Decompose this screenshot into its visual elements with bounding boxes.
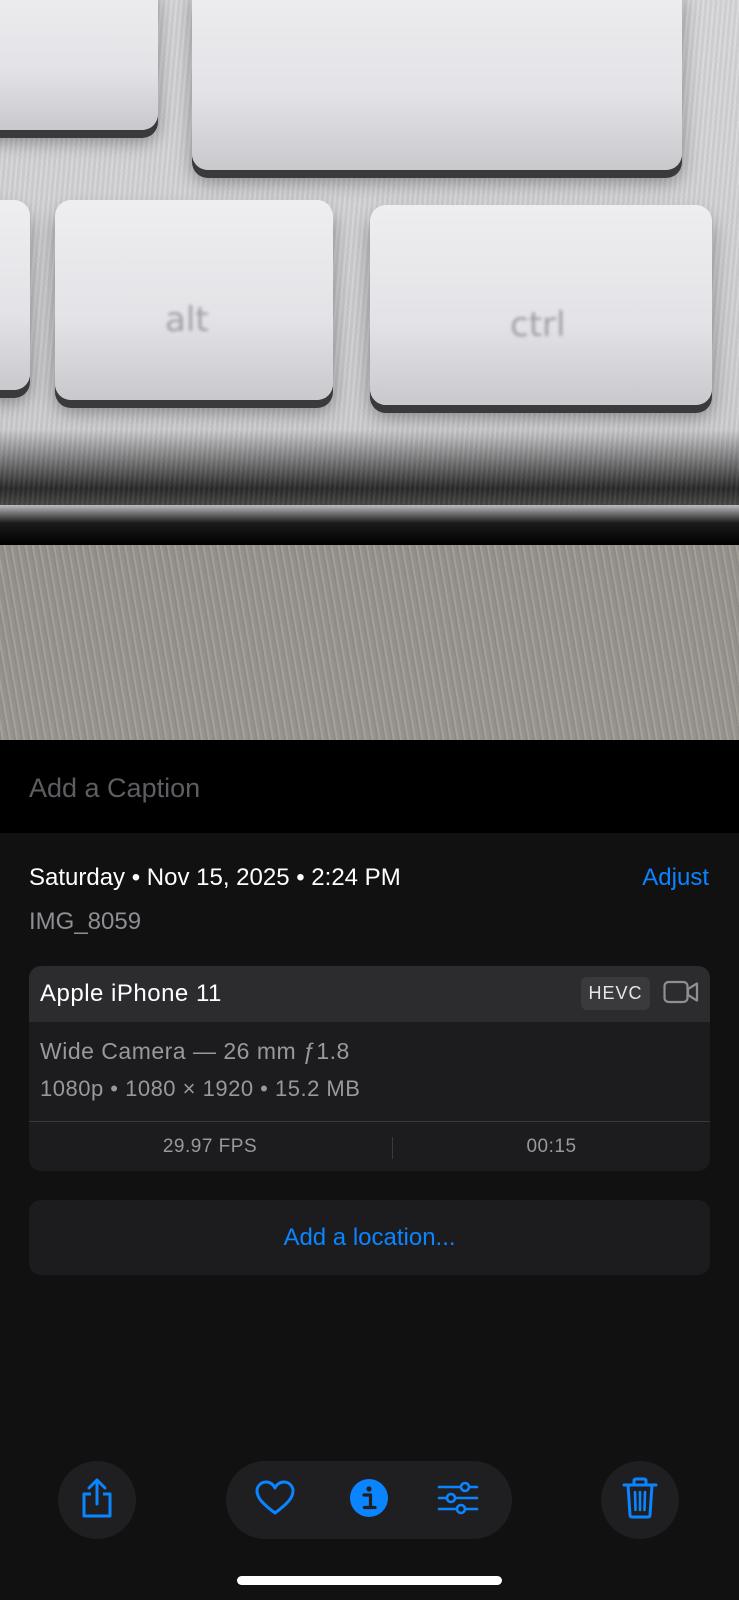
- delete-button[interactable]: [601, 1461, 679, 1539]
- info-button[interactable]: [349, 1478, 389, 1523]
- keyboard-key: [0, 0, 158, 130]
- keyboard-key-alt: alt: [55, 200, 333, 400]
- share-button[interactable]: [58, 1461, 136, 1539]
- keyboard-key: [0, 200, 30, 390]
- share-icon: [79, 1477, 115, 1524]
- video-specs: 1080p • 1080 × 1920 • 15.2 MB: [40, 1076, 361, 1101]
- adjust-button[interactable]: Adjust: [642, 864, 709, 892]
- capture-date: Saturday • Nov 15, 2025 • 2:24 PM: [29, 864, 401, 891]
- heart-icon: [255, 1480, 295, 1521]
- video-duration: 00:15: [526, 1136, 577, 1157]
- keyboard-key-ctrl: ctrl: [370, 205, 712, 405]
- photo-view[interactable]: alt ctrl: [0, 0, 739, 740]
- sliders-icon: [437, 1480, 479, 1521]
- action-pill: [226, 1461, 512, 1539]
- divider: [29, 1121, 710, 1122]
- key-label: alt: [165, 300, 209, 340]
- camera-info-card: Apple iPhone 11 HEVC Wide Camera — 26 mm…: [29, 966, 710, 1171]
- home-indicator[interactable]: [237, 1576, 502, 1585]
- frame-rate: 29.97 FPS: [162, 1136, 258, 1157]
- device-name: Apple iPhone 11: [40, 980, 222, 1007]
- format-badge: HEVC: [581, 977, 650, 1010]
- trash-icon: [622, 1477, 658, 1524]
- add-location-button[interactable]: Add a location...: [29, 1200, 710, 1275]
- lens-info: Wide Camera — 26 mm ƒ1.8: [40, 1038, 350, 1064]
- desk-surface: [0, 525, 739, 740]
- keyboard-key: [192, 0, 682, 170]
- camera-card-header: Apple iPhone 11 HEVC: [29, 966, 710, 1022]
- edit-button[interactable]: [437, 1480, 479, 1521]
- keyboard-edge: [0, 505, 739, 545]
- caption-input[interactable]: Add a Caption: [29, 773, 200, 804]
- info-icon: [349, 1478, 389, 1523]
- file-name: IMG_8059: [29, 908, 142, 935]
- video-camera-icon: [663, 980, 699, 1009]
- favorite-button[interactable]: [255, 1480, 295, 1520]
- key-label: ctrl: [510, 305, 566, 345]
